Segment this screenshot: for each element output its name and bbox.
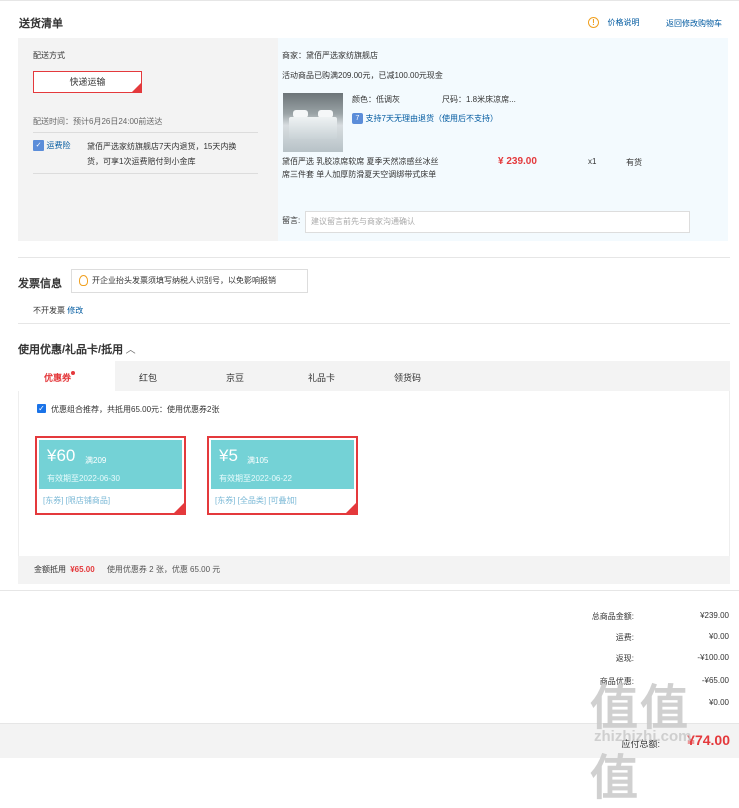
deduction-summary: 金额抵用 ¥65.00 使用优惠券 2 张，优惠 65.00 元: [34, 564, 220, 575]
info-icon: !: [588, 17, 599, 29]
delivery-time: 配送时间：预计6月26日24:00前送达: [33, 117, 163, 126]
invoice-tip-text: 开企业抬头发票须填写纳税人识别号，以免影响报销: [92, 276, 276, 285]
express-delivery-label: 快递运输: [69, 77, 106, 87]
watermark-url: zhizhizhi.com: [594, 728, 692, 745]
total-goods-value: ¥239.00: [700, 611, 729, 620]
freight-insurance-desc: 黛佰严选家纺旗舰店7天内退货，15天内换 货，可享1次运费赔付到小金库: [87, 139, 236, 169]
selected-corner-icon: [346, 503, 356, 513]
coupons-section-toggle[interactable]: 使用优惠/礼品卡/抵用 ︿: [18, 341, 136, 357]
combo-text: 优惠组合推荐，共抵用65.00元：使用优惠券2张: [51, 405, 220, 414]
coupon-validity: 有效期至2022-06-30: [47, 474, 120, 483]
product-title-line2: 席三件套 单人加厚防滑夏天空调绑带式床单: [282, 170, 437, 179]
coupon-condition: 满105: [247, 456, 269, 465]
coupon-condition: 满209: [85, 456, 107, 465]
freight-insurance-line2: 货，可享1次运费赔付到小金库: [87, 157, 196, 166]
invoice-modify-link[interactable]: 修改: [67, 306, 83, 315]
return-policy: 7 支持7天无理由退货（使用后不支持）: [352, 113, 498, 125]
coupon-amount: ¥5: [219, 446, 238, 465]
price-note-link[interactable]: ! 价格说明: [588, 17, 640, 29]
freight-insurance-label: 运费险: [46, 141, 71, 150]
shield-icon: ✓: [33, 140, 44, 152]
divider: [33, 132, 258, 133]
product-size: 尺码：1.8米床凉席...: [442, 95, 516, 104]
invoice-tip: 开企业抬头发票须填写纳税人识别号，以免影响报销: [71, 269, 308, 293]
shipping-title: 送货清单: [19, 18, 63, 30]
total-goods-label: 总商品金额:: [591, 612, 634, 621]
coupon-tags: [东券] [全品类] [可叠加]: [215, 496, 297, 505]
product-title[interactable]: 黛佰严选 乳胶凉席软席 夏季天然凉感丝冰丝 席三件套 单人加厚防滑夏天空调绑带式…: [282, 155, 438, 181]
return-policy-text: 支持7天无理由退货（使用后不支持）: [365, 114, 498, 123]
chevron-up-icon: ︿: [125, 345, 136, 356]
tab-gift-card[interactable]: 礼品卡: [308, 371, 335, 384]
coupon-card[interactable]: ¥5 满105 有效期至2022-06-22 [东券] [全品类] [可叠加]: [207, 436, 358, 515]
express-delivery-button[interactable]: 快递运输: [33, 71, 142, 93]
selected-corner-icon: [132, 83, 141, 92]
coupon-card[interactable]: ¥60 满209 有效期至2022-06-30 [东券] [限店铺商品]: [35, 436, 186, 515]
deduction-label: 金额抵用: [34, 565, 66, 574]
product-price: ¥ 239.00: [498, 156, 537, 167]
invoice-status: 不开发票 修改: [33, 305, 83, 316]
divider: [18, 323, 730, 324]
coupon-tags: [东券] [限店铺商品]: [43, 496, 111, 505]
watermark-char: 值: [590, 752, 641, 805]
tab-coupons-label: 优惠券: [44, 373, 72, 383]
product-image[interactable]: [283, 93, 343, 152]
delivery-method-label: 配送方式: [33, 51, 65, 60]
deduction-detail: 使用优惠券 2 张，优惠 65.00 元: [106, 565, 221, 574]
message-input[interactable]: 建议留言前先与商家沟通确认: [305, 211, 690, 233]
message-label: 留言:: [282, 216, 301, 225]
top-divider: [0, 0, 739, 1]
coupon-validity: 有效期至2022-06-22: [219, 474, 292, 483]
coupons-title: 使用优惠/礼品卡/抵用: [18, 344, 124, 356]
divider: [0, 590, 739, 591]
stock-status: 有货: [626, 158, 642, 167]
selected-corner-icon: [174, 503, 184, 513]
cashback-value: -¥100.00: [697, 653, 729, 662]
coupon-face: ¥60 满209 有效期至2022-06-30: [39, 440, 182, 489]
store-name: 商家：黛佰严选家纺旗舰店: [282, 51, 378, 60]
coupon-tabs: [18, 361, 730, 391]
invoice-title: 发票信息: [18, 278, 62, 290]
price-note-text: 价格说明: [607, 18, 640, 27]
new-dot-icon: [71, 371, 76, 375]
return-icon: 7: [352, 113, 363, 125]
freight-insurance-badge[interactable]: ✓ 运费险: [33, 140, 71, 152]
deduction-amount: ¥65.00: [70, 565, 95, 574]
product-title-line1: 黛佰严选 乳胶凉席软席 夏季天然凉感丝冰丝: [282, 157, 439, 166]
tab-pickup-code[interactable]: 领货码: [394, 371, 421, 384]
bed: [289, 117, 337, 139]
back-to-cart-link[interactable]: 返回修改购物车: [666, 18, 722, 29]
shipping-fee-value: ¥0.00: [708, 632, 729, 641]
combo-checkbox[interactable]: ✓: [37, 404, 46, 413]
coupon-face: ¥5 满105 有效期至2022-06-22: [211, 440, 354, 489]
product-color: 颜色：低调灰: [352, 95, 400, 104]
shipping-fee-label: 运费:: [615, 633, 634, 642]
tab-red-packet[interactable]: 红包: [139, 371, 157, 384]
divider: [18, 257, 730, 258]
coupon-amount: ¥60: [47, 446, 76, 465]
tab-jingdou[interactable]: 京豆: [226, 371, 244, 384]
tab-coupons[interactable]: 优惠券: [44, 371, 76, 384]
promo-text: 活动商品已购满209.00元，已减100.00元现金: [282, 71, 443, 80]
invoice-status-text: 不开发票: [33, 306, 65, 315]
cashback-label: 返现:: [615, 654, 634, 663]
product-quantity: x1: [588, 157, 597, 166]
lightbulb-icon: [79, 275, 88, 286]
divider: [33, 173, 258, 174]
freight-insurance-line1: 黛佰严选家纺旗舰店7天内退货，15天内换: [87, 142, 237, 151]
